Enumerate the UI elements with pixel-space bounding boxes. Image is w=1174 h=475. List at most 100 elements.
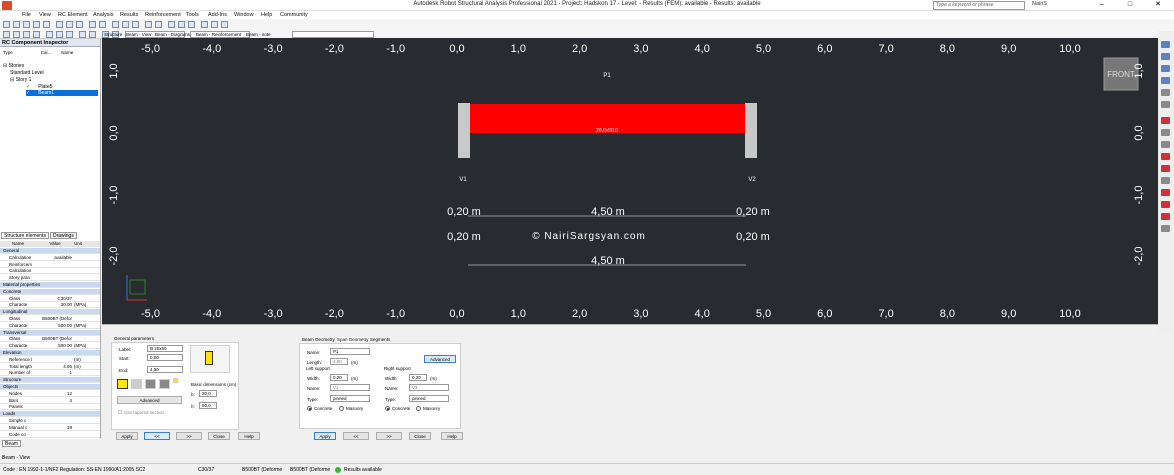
view-front-icon[interactable]	[1161, 53, 1170, 60]
prop-row[interactable]: Simple c	[0, 418, 100, 424]
span-help-button[interactable]: Help	[441, 432, 463, 440]
view-select[interactable]	[292, 30, 374, 38]
cut-icon[interactable]	[56, 20, 63, 28]
prop-row[interactable]: General	[0, 248, 100, 254]
layout-icon[interactable]	[168, 20, 175, 28]
span-advanced-button[interactable]: Advanced	[424, 355, 456, 363]
general-apply-button[interactable]: Apply	[116, 432, 138, 440]
menu-tools[interactable]: Tools	[186, 12, 199, 18]
open-icon[interactable]	[13, 20, 20, 28]
section-rect-icon[interactable]	[117, 379, 128, 389]
general-close-button[interactable]: Close	[208, 432, 230, 440]
span-close-button[interactable]: Close	[409, 432, 431, 440]
prop-row[interactable]: Characte 500.00 (MPa)	[0, 343, 100, 350]
tree-item-standard-level[interactable]: Standard Level	[10, 70, 44, 76]
right-name-field[interactable]: V2	[409, 384, 449, 391]
footing-icon[interactable]	[23, 30, 30, 38]
redo-icon[interactable]	[99, 20, 106, 28]
capture-icon[interactable]	[211, 20, 218, 28]
load-icon[interactable]	[66, 30, 73, 38]
tapered-checkbox[interactable]	[118, 410, 122, 414]
beam-display-icon[interactable]	[1161, 189, 1170, 196]
prop-row[interactable]: Reference l (m)	[0, 357, 100, 363]
tapered-checkbox-label[interactable]: Use tapered section	[124, 410, 164, 415]
properties-icon[interactable]	[178, 20, 185, 28]
menu-window[interactable]: Window	[234, 12, 254, 18]
prop-row[interactable]: Calculation	[0, 268, 100, 275]
menu-add-ins[interactable]: Add-Ins	[208, 12, 227, 18]
prop-row[interactable]: Manual c 19	[0, 425, 100, 431]
right-type-select[interactable]: pinned	[409, 395, 449, 402]
prop-row[interactable]: Material properties	[0, 282, 100, 288]
section-t-icon[interactable]	[131, 379, 142, 389]
b-field[interactable]: 20,0	[199, 390, 217, 397]
new-icon[interactable]	[3, 20, 10, 28]
beam-view-canvas[interactable]: 20,0x50,0 P1 V1 V2 0,20 m 4,50 m 0,20 m …	[102, 38, 1158, 324]
pan-icon[interactable]	[132, 20, 139, 28]
tab-beam-geometry[interactable]: Beam Geometry	[302, 337, 335, 342]
start-field[interactable]: 0,00	[147, 354, 183, 361]
grid-icon[interactable]	[1161, 129, 1170, 136]
prop-row[interactable]: Number of 1	[0, 370, 100, 377]
prop-row[interactable]: Characte 500.00 (MPa)	[0, 323, 100, 329]
legend-icon[interactable]	[1161, 177, 1170, 184]
prop-row[interactable]: Calculation available	[0, 255, 100, 261]
left-width-field[interactable]: 0,20	[330, 374, 348, 381]
left-concrete-radio[interactable]	[307, 406, 312, 411]
paste-icon[interactable]	[76, 20, 83, 28]
header-cal[interactable]: Cal...	[41, 50, 52, 55]
preview-icon[interactable]	[43, 20, 50, 28]
menu-analysis[interactable]: Analysis	[93, 12, 113, 18]
support-left[interactable]	[458, 103, 470, 158]
general-next-button[interactable]: >>	[176, 432, 202, 440]
prop-row[interactable]: Code co	[0, 432, 100, 438]
zoom-window-icon[interactable]	[1161, 89, 1170, 96]
prop-row[interactable]: Class B500BT (Defor	[0, 336, 100, 343]
prop-row[interactable]: Concrete	[0, 288, 100, 295]
tab-beam-diagrams[interactable]: Beam - Diagrams	[155, 32, 190, 37]
label-field[interactable]: B 20x50	[147, 345, 183, 352]
prop-row[interactable]: Loads	[0, 411, 100, 418]
calc-options-icon[interactable]	[79, 30, 86, 38]
prop-row[interactable]: Class B500BT (Defor	[0, 316, 100, 322]
support-icon[interactable]	[56, 30, 63, 38]
tab-beam-reinforcement[interactable]: Beam - Reinforcement	[196, 32, 241, 37]
prop-row[interactable]: Total length 4.95 (m)	[0, 364, 100, 370]
tab-structure[interactable]: Structure	[104, 32, 122, 37]
general-prev-button[interactable]: <<	[144, 432, 170, 440]
user-name[interactable]: NairiS	[1032, 1, 1047, 7]
left-name-field[interactable]: V1	[330, 384, 370, 391]
header-name[interactable]: Name	[61, 50, 73, 55]
stirrup-display-icon[interactable]	[1161, 213, 1170, 220]
tab-beam-view[interactable]: Beam - View	[126, 32, 152, 37]
beam-icon[interactable]	[3, 30, 10, 38]
wall-icon[interactable]	[33, 30, 40, 38]
select-icon[interactable]	[112, 20, 119, 28]
section-l-icon[interactable]	[145, 379, 156, 389]
load-display-icon[interactable]	[1161, 165, 1170, 172]
tab-span-geometry[interactable]: Span Geometry	[337, 337, 369, 342]
prop-row[interactable]: Panels	[0, 404, 100, 411]
print-preview-icon[interactable]	[1161, 225, 1170, 232]
span-name-field[interactable]: P1	[330, 348, 370, 355]
span-prev-button[interactable]: <<	[343, 432, 369, 440]
left-masonry-radio[interactable]	[339, 406, 344, 411]
display-icon[interactable]	[1161, 117, 1170, 124]
save-icon[interactable]	[23, 20, 30, 28]
prop-row[interactable]: Elevation	[0, 350, 100, 356]
advanced-button[interactable]: Advanced	[117, 396, 182, 404]
column-icon[interactable]	[13, 30, 20, 38]
search-input[interactable]: Type a keyword or phrase	[933, 1, 1025, 10]
menu-results[interactable]: Results	[120, 12, 138, 18]
tree-item-beam[interactable]: ✓ Beam1	[26, 90, 98, 96]
calculate-icon[interactable]	[89, 30, 96, 38]
tree-item-stories[interactable]: ⊟ Stories	[3, 63, 24, 69]
tab-structure-elements[interactable]: Structure elements	[1, 232, 49, 239]
left-type-select[interactable]: pinned	[330, 395, 370, 402]
menu-reinforcement[interactable]: Reinforcement	[145, 12, 181, 18]
maximize-icon[interactable]: □	[1116, 0, 1144, 10]
report-icon[interactable]	[201, 20, 208, 28]
reinforcement-display-icon[interactable]	[1161, 201, 1170, 208]
menu-view[interactable]: View	[39, 12, 51, 18]
right-width-field[interactable]: 0,20	[409, 374, 427, 381]
